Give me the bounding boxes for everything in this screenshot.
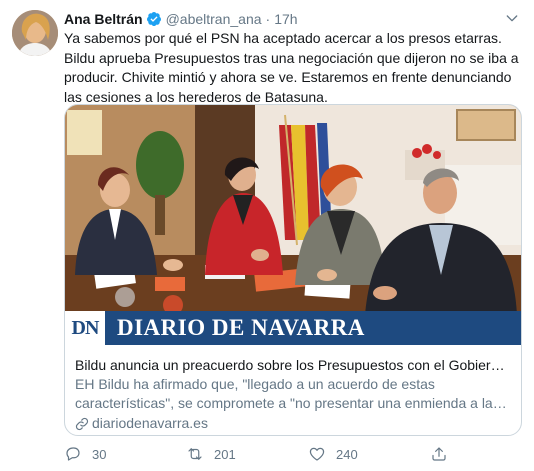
share-button[interactable] bbox=[430, 445, 448, 463]
share-icon bbox=[432, 447, 446, 461]
display-name[interactable]: Ana Beltrán bbox=[64, 11, 143, 27]
like-icon bbox=[309, 447, 325, 461]
link-icon bbox=[75, 417, 89, 431]
reply-icon bbox=[66, 447, 80, 461]
reply-count: 30 bbox=[92, 446, 107, 462]
like-count: 240 bbox=[336, 446, 358, 462]
retweet-count: 201 bbox=[214, 446, 236, 462]
publisher-name: DIARIO DE NAVARRA bbox=[117, 315, 365, 340]
publisher-logo: DN bbox=[65, 311, 105, 345]
retweet-button[interactable]: 201 bbox=[186, 445, 236, 463]
reply-button[interactable]: 30 bbox=[64, 445, 106, 463]
caret-down-icon[interactable] bbox=[504, 10, 520, 26]
tweet-header: Ana Beltrán @abeltran_ana · 17h bbox=[64, 10, 298, 28]
card-title[interactable]: Bildu anuncia un preacuerdo sobre los Pr… bbox=[75, 356, 511, 375]
card-domain-row[interactable]: diariodenavarra.es bbox=[75, 414, 511, 433]
tweet[interactable]: Ana Beltrán @abeltran_ana · 17h Ya sabem… bbox=[0, 0, 534, 471]
link-card[interactable]: DN DIARIO DE NAVARRA Bildu anuncia un pr… bbox=[64, 104, 522, 436]
retweet-icon bbox=[188, 448, 202, 460]
timestamp[interactable]: 17h bbox=[274, 11, 297, 27]
tweet-text: Ya sabemos por qué el PSN ha aceptado ac… bbox=[64, 30, 519, 105]
card-domain[interactable]: diariodenavarra.es bbox=[92, 414, 208, 433]
publisher-banner: DN DIARIO DE NAVARRA bbox=[65, 311, 521, 345]
tweet-actions: 30 201 240 bbox=[64, 445, 524, 465]
verified-icon bbox=[146, 11, 162, 27]
card-body[interactable]: Bildu anuncia un preacuerdo sobre los Pr… bbox=[65, 345, 521, 433]
card-description: EH Bildu ha afirmado que, "llegado a un … bbox=[75, 375, 511, 413]
card-image[interactable]: DN DIARIO DE NAVARRA bbox=[65, 105, 521, 345]
avatar[interactable] bbox=[12, 10, 58, 56]
handle[interactable]: @abeltran_ana bbox=[166, 11, 262, 27]
card-description-text: EH Bildu ha afirmado que, "llegado a un … bbox=[75, 376, 493, 411]
separator-dot: · bbox=[265, 11, 271, 27]
like-button[interactable]: 240 bbox=[308, 445, 358, 463]
